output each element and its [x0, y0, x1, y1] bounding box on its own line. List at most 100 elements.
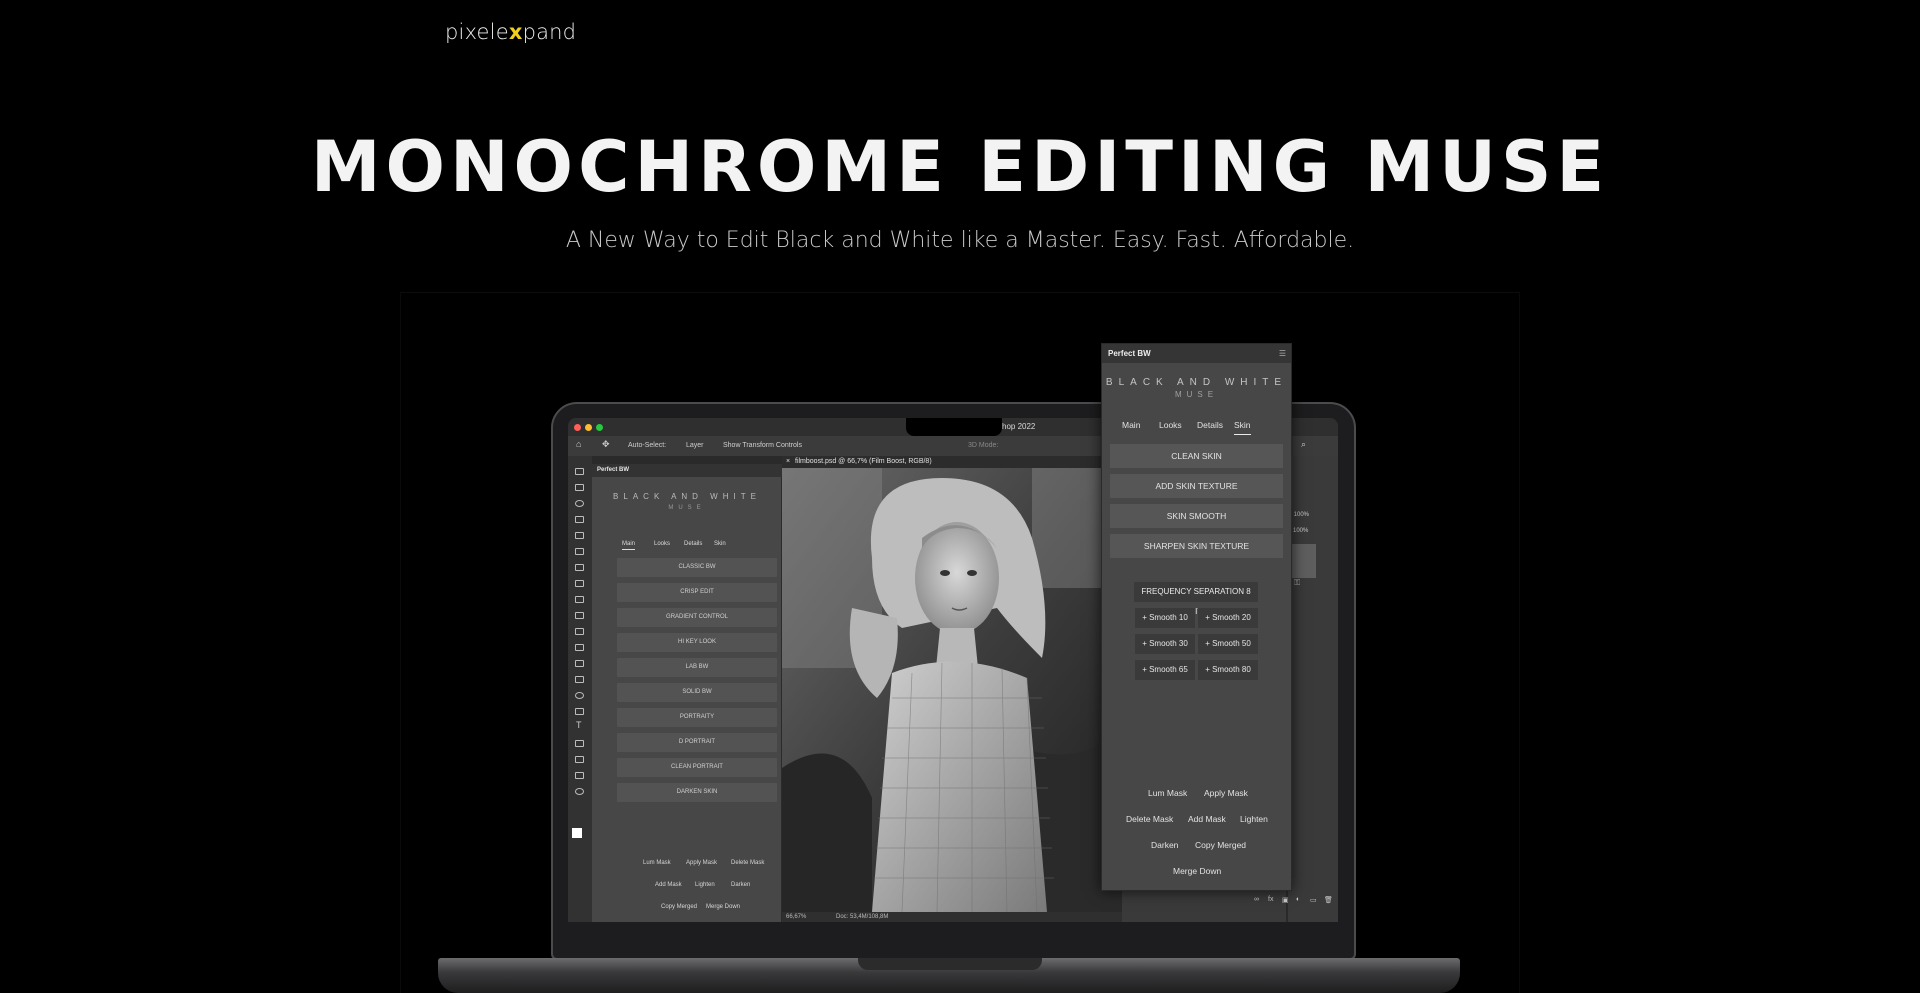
panel-brand-line2: MUSE: [668, 505, 706, 511]
path-select-icon[interactable]: [575, 740, 584, 747]
logo-text-3: pand: [522, 20, 577, 44]
smooth-65-button[interactable]: + Smooth 65: [1135, 660, 1195, 680]
classic-bw-button[interactable]: CLASSIC BW: [617, 558, 777, 577]
smooth-10-button[interactable]: + Smooth 10: [1135, 608, 1195, 628]
smooth-30-button[interactable]: + Smooth 30: [1135, 634, 1195, 654]
merge-down-button[interactable]: Merge Down: [1173, 866, 1221, 876]
lum-mask-button[interactable]: Lum Mask: [643, 860, 671, 866]
auto-select-checkbox[interactable]: Auto-Select:: [628, 442, 666, 449]
tab-main[interactable]: Main: [1122, 420, 1140, 430]
copy-merged-button[interactable]: Copy Merged: [661, 904, 697, 910]
delete-mask-button[interactable]: Delete Mask: [731, 860, 764, 866]
delete-mask-button[interactable]: Delete Mask: [1126, 814, 1173, 824]
zoom-level[interactable]: 66,67%: [786, 914, 806, 920]
stamp-tool-icon[interactable]: [575, 612, 584, 619]
adjustment-icon[interactable]: ◐: [1296, 896, 1300, 903]
layer-link-icon[interactable]: ∞: [1254, 896, 1259, 903]
add-skin-texture-button[interactable]: ADD SKIN TEXTURE: [1110, 474, 1283, 498]
panel-brand-line2: MUSE: [1174, 390, 1219, 399]
logo-text-1: pixel: [445, 20, 496, 44]
d-portrait-button[interactable]: D PORTRAIT: [617, 733, 777, 752]
brush-tool-icon[interactable]: [575, 596, 584, 603]
trash-icon[interactable]: 🗑: [1324, 896, 1333, 904]
apply-mask-button[interactable]: Apply Mask: [686, 860, 717, 866]
hi-key-look-button[interactable]: HI KEY LOOK: [617, 633, 777, 652]
tab-details[interactable]: Details: [1197, 420, 1223, 430]
hamburger-icon[interactable]: ☰: [1279, 349, 1286, 358]
hand-tool-icon[interactable]: [575, 772, 584, 779]
fx-icon[interactable]: fx: [1268, 896, 1273, 903]
lum-mask-button[interactable]: Lum Mask: [1148, 788, 1187, 798]
frame-tool-icon[interactable]: [575, 548, 584, 555]
move-tool-icon[interactable]: ✥: [602, 439, 610, 450]
shape-tool-icon[interactable]: [575, 756, 584, 763]
portraity-button[interactable]: PORTRAITY: [617, 708, 777, 727]
crisp-edit-button[interactable]: CRISP EDIT: [617, 583, 777, 602]
lock-icon[interactable]: ⚿: [1294, 578, 1300, 588]
show-transform-checkbox[interactable]: Show Transform Controls: [723, 442, 802, 449]
gradient-control-button[interactable]: GRADIENT CONTROL: [617, 608, 777, 627]
search-icon[interactable]: ⌕: [1301, 439, 1306, 450]
type-tool-icon[interactable]: T: [576, 720, 582, 730]
eyedropper-icon[interactable]: [575, 564, 584, 571]
darken-skin-button[interactable]: DARKEN SKIN: [617, 783, 777, 802]
darken-button[interactable]: Darken: [731, 882, 750, 888]
lighten-button[interactable]: Lighten: [1240, 814, 1268, 824]
merge-down-button[interactable]: Merge Down: [706, 904, 740, 910]
healing-brush-icon[interactable]: [575, 580, 584, 587]
darken-button[interactable]: Darken: [1151, 840, 1178, 850]
history-brush-icon[interactable]: [575, 628, 584, 635]
close-doc-icon[interactable]: ×: [786, 458, 790, 465]
folder-icon[interactable]: ▭: [1310, 896, 1317, 904]
minimize-window-icon[interactable]: [585, 424, 592, 431]
move-tool-icon[interactable]: [575, 468, 584, 475]
eraser-tool-icon[interactable]: [575, 644, 584, 651]
close-window-icon[interactable]: [574, 424, 581, 431]
photo-canvas[interactable]: [782, 468, 1122, 912]
app-title: shop 2022: [998, 422, 1036, 431]
skin-smooth-button[interactable]: SKIN SMOOTH: [1110, 504, 1283, 528]
copy-merged-button[interactable]: Copy Merged: [1195, 840, 1246, 850]
foreground-color-swatch[interactable]: [572, 828, 582, 838]
home-icon[interactable]: ⌂: [576, 439, 581, 449]
add-mask-button[interactable]: Add Mask: [1188, 814, 1226, 824]
sharpen-skin-texture-button[interactable]: SHARPEN SKIN TEXTURE: [1110, 534, 1283, 558]
marquee-tool-icon[interactable]: [575, 484, 584, 491]
document-tab[interactable]: × filmboost.psd @ 66,7% (Film Boost, RGB…: [782, 456, 1122, 468]
laptop-base-groove: [858, 958, 1042, 970]
clean-skin-button[interactable]: CLEAN SKIN: [1110, 444, 1283, 468]
smooth-50-button[interactable]: + Smooth 50: [1198, 634, 1258, 654]
zoom-tool-icon[interactable]: [575, 788, 584, 795]
lab-bw-button[interactable]: LAB BW: [617, 658, 777, 677]
pen-tool-icon[interactable]: [575, 708, 584, 715]
add-mask-button[interactable]: Add Mask: [655, 882, 682, 888]
gradient-tool-icon[interactable]: [575, 660, 584, 667]
frequency-separation-button[interactable]: FREQUENCY SEPARATION 8 BIT: [1134, 582, 1258, 616]
tab-looks[interactable]: Looks: [1159, 420, 1182, 430]
pixelexpand-logo[interactable]: pixelexpand: [445, 20, 576, 44]
panel-tab[interactable]: Perfect BW ☰: [1102, 344, 1291, 363]
tab-skin[interactable]: Skin: [714, 541, 726, 547]
panel-tab[interactable]: Perfect BW: [592, 464, 782, 477]
tab-skin[interactable]: Skin: [1234, 420, 1251, 435]
crop-tool-icon[interactable]: [575, 532, 584, 539]
dodge-tool-icon[interactable]: [575, 692, 584, 699]
tab-details[interactable]: Details: [684, 541, 702, 547]
hero-title: MONOCHROME EDITING MUSE: [310, 126, 1610, 208]
tab-looks[interactable]: Looks: [654, 541, 670, 547]
smooth-20-button[interactable]: + Smooth 20: [1198, 608, 1258, 628]
solid-bw-button[interactable]: SOLID BW: [617, 683, 777, 702]
apply-mask-button[interactable]: Apply Mask: [1204, 788, 1248, 798]
blur-tool-icon[interactable]: [575, 676, 584, 683]
lasso-tool-icon[interactable]: [575, 500, 584, 507]
mask-icon[interactable]: ▣: [1282, 896, 1289, 904]
layer-select[interactable]: Layer: [686, 442, 704, 449]
logo-text-2: e: [495, 20, 509, 44]
lighten-button[interactable]: Lighten: [695, 882, 715, 888]
tab-main[interactable]: Main: [622, 541, 636, 550]
clean-portrait-button[interactable]: CLEAN PORTRAIT: [617, 758, 777, 777]
magic-wand-icon[interactable]: [575, 516, 584, 523]
smooth-80-button[interactable]: + Smooth 80: [1198, 660, 1258, 680]
panel-tab-label: Perfect BW: [1108, 349, 1151, 358]
maximize-window-icon[interactable]: [596, 424, 603, 431]
